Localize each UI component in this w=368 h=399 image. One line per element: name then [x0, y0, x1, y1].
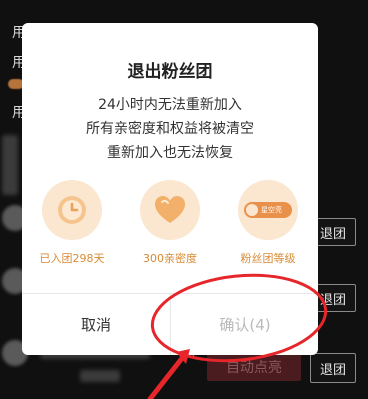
annotation-overlay	[147, 273, 328, 399]
highlight-ellipse	[150, 273, 328, 363]
annotation-arrow	[147, 354, 186, 399]
